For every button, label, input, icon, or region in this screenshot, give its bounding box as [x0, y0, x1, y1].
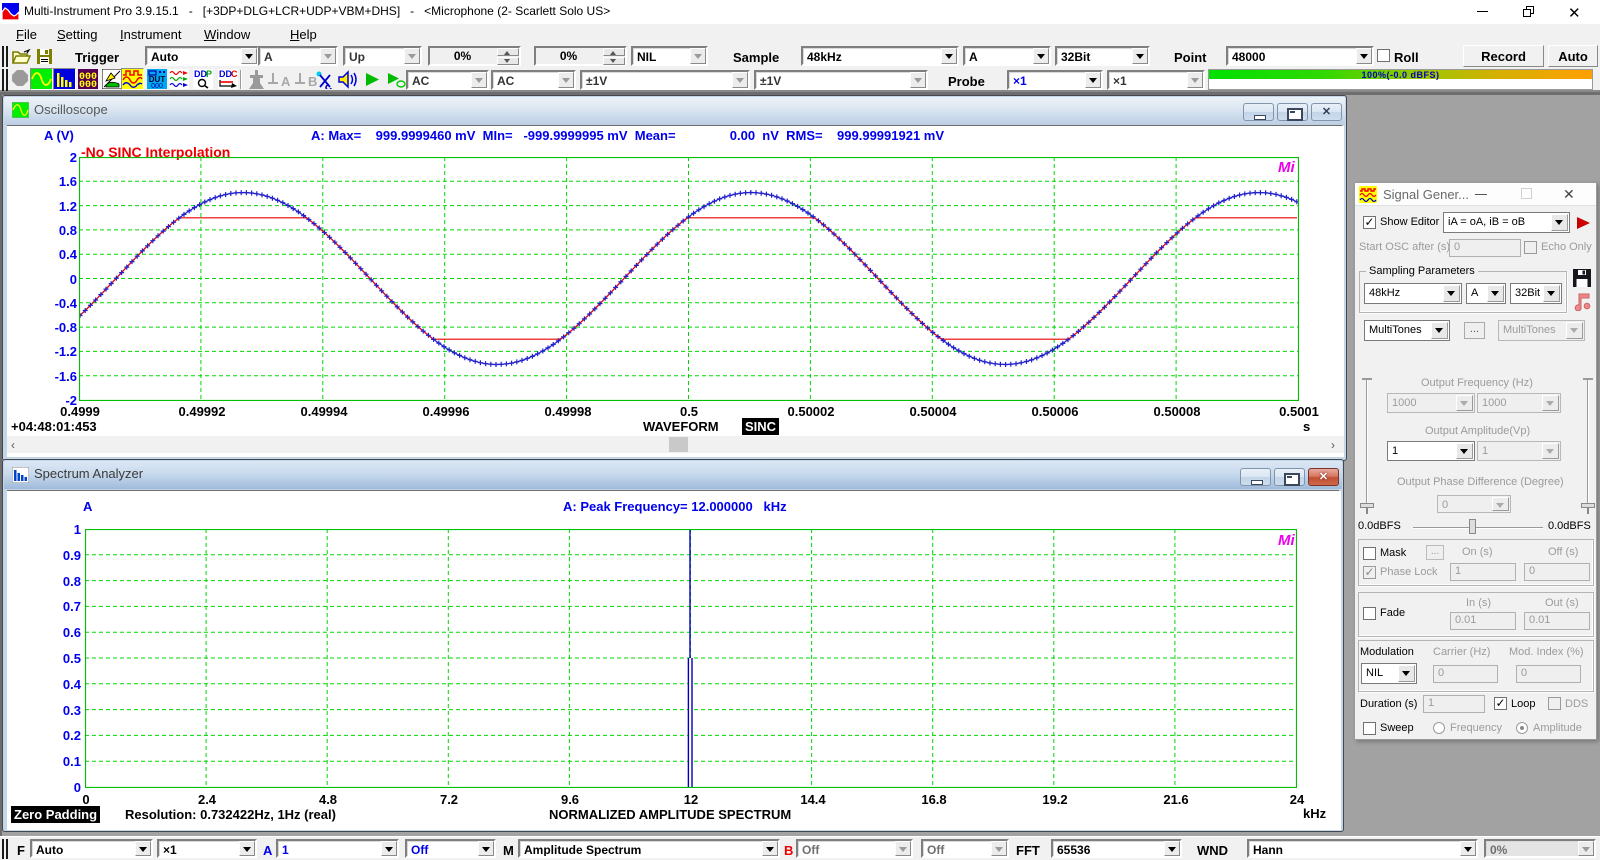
svg-text:000: 000	[151, 83, 163, 89]
svg-text:C: C	[231, 69, 238, 79]
svg-text:A: A	[281, 74, 291, 88]
svg-text:P: P	[206, 69, 212, 79]
svg-text:000: 000	[79, 80, 97, 89]
